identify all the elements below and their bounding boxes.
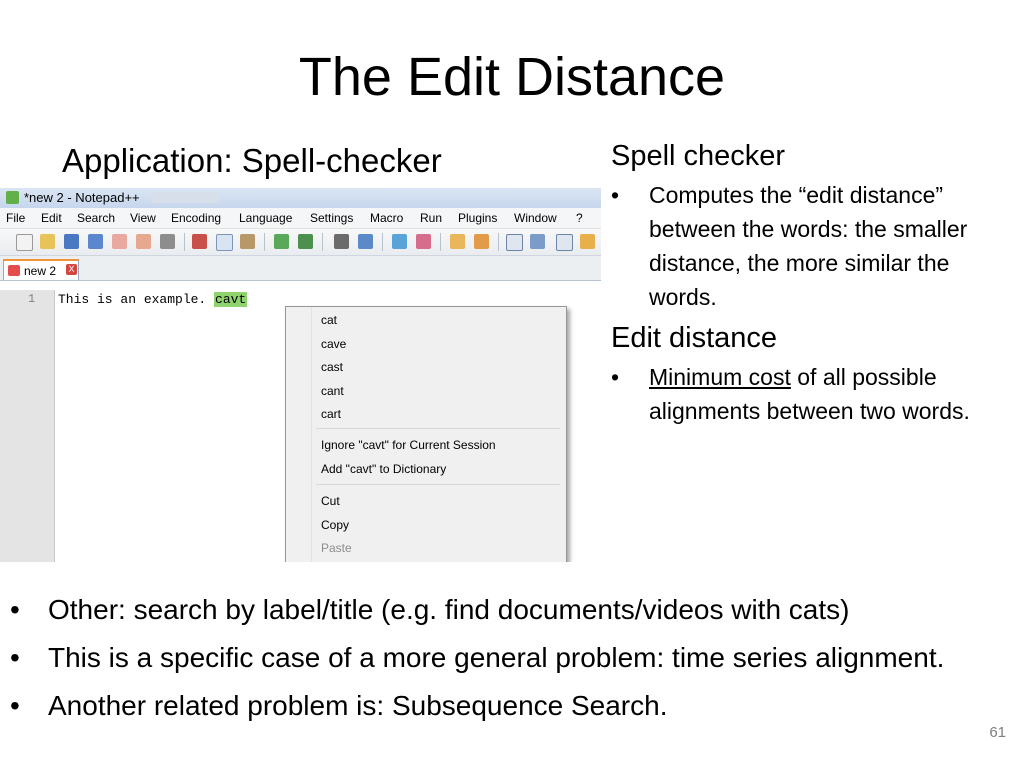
suggestion-cant[interactable]: cant	[321, 384, 344, 398]
toolbar-separator	[322, 233, 323, 251]
page-number: 61	[989, 724, 1006, 741]
edit-distance-heading: Edit distance	[611, 322, 778, 354]
menu-help[interactable]: ?	[576, 211, 583, 225]
cut-item[interactable]: Cut	[321, 494, 340, 508]
window-titlebar: *new 2 - Notepad++	[0, 188, 601, 208]
unsaved-file-icon	[8, 265, 20, 276]
bullet-text: This is a specific case of a more genera…	[48, 642, 945, 673]
tab-bar: new 2 X	[0, 256, 601, 281]
sync-vertical-icon[interactable]	[450, 234, 465, 249]
copy-item[interactable]: Copy	[321, 518, 349, 532]
menu-separator	[316, 428, 560, 429]
sync-horizontal-icon[interactable]	[474, 234, 489, 249]
close-all-icon[interactable]	[136, 234, 151, 249]
add-to-dictionary-item[interactable]: Add "cavt" to Dictionary	[321, 462, 446, 476]
menu-window[interactable]: Window	[514, 211, 557, 225]
tab-label: new 2	[24, 264, 57, 278]
bullet-item: • Other: search by label/title (e.g. find…	[8, 590, 998, 630]
word-wrap-icon[interactable]	[506, 234, 523, 251]
find-icon[interactable]	[334, 234, 349, 249]
menu-separator	[316, 484, 560, 485]
toolbar-separator	[440, 233, 441, 251]
toolbar-separator	[264, 233, 265, 251]
bullet-item: • Computes the “edit distance” between th…	[611, 178, 1011, 314]
underlined-term: Minimum cost	[649, 364, 791, 390]
save-icon[interactable]	[64, 234, 79, 249]
spell-checker-bullets: • Computes the “edit distance” between th…	[611, 178, 1011, 314]
tab-close-button[interactable]: X	[66, 264, 77, 275]
menu-plugins[interactable]: Plugins	[458, 211, 497, 225]
spell-checker-heading: Spell checker	[611, 140, 786, 172]
bullet-text: Computes the “edit distance” between the…	[649, 182, 968, 310]
paste-icon[interactable]	[240, 234, 255, 249]
toolbar	[0, 229, 601, 256]
spellcheck-context-menu: cat cave cast cant cart Ignore "cavt" fo…	[285, 306, 567, 562]
slide-title: The Edit Distance	[298, 47, 726, 107]
paste-item: Paste	[321, 541, 352, 555]
redo-icon[interactable]	[298, 234, 313, 249]
document-map-icon[interactable]	[580, 234, 595, 249]
menu-view[interactable]: View	[130, 211, 156, 225]
menu-edit[interactable]: Edit	[41, 211, 62, 225]
blurred-titlebar-region	[150, 193, 220, 203]
bottom-bullet-list: • Other: search by label/title (e.g. find…	[8, 590, 998, 734]
misspelled-word[interactable]: cavt	[214, 292, 248, 307]
notepad-screenshot: *new 2 - Notepad++ File Edit Search View…	[0, 188, 601, 562]
menu-icon-strip	[311, 307, 312, 562]
menu-search[interactable]: Search	[77, 211, 115, 225]
bullet-text: Another related problem is: Subsequence …	[48, 690, 668, 721]
cut-icon[interactable]	[192, 234, 207, 249]
ignore-word-item[interactable]: Ignore "cavt" for Current Session	[321, 438, 496, 452]
print-icon[interactable]	[160, 234, 175, 249]
bullet-item: • This is a specific case of a more gener…	[8, 638, 998, 678]
menu-macro[interactable]: Macro	[370, 211, 403, 225]
tab-new-2[interactable]: new 2 X	[3, 259, 79, 280]
bullet-glyph: •	[10, 594, 20, 625]
window-title: *new 2 - Notepad++	[24, 190, 140, 205]
bullet-item: • Minimum cost of all possible alignments…	[611, 360, 1011, 428]
edit-distance-bullets: • Minimum cost of all possible alignments…	[611, 360, 1011, 428]
suggestion-cast[interactable]: cast	[321, 360, 343, 374]
replace-icon[interactable]	[358, 234, 373, 249]
line-number-gutter: 1	[0, 290, 55, 562]
save-all-icon[interactable]	[88, 234, 103, 249]
undo-icon[interactable]	[274, 234, 289, 249]
line-number: 1	[28, 292, 36, 306]
bullet-text: Other: search by label/title (e.g. find …	[48, 594, 850, 625]
notepadpp-app-icon	[6, 191, 19, 204]
close-icon[interactable]	[112, 234, 127, 249]
open-file-icon[interactable]	[40, 234, 55, 249]
menu-settings[interactable]: Settings	[310, 211, 353, 225]
copy-icon[interactable]	[216, 234, 233, 251]
suggestion-cart[interactable]: cart	[321, 407, 341, 421]
toolbar-separator	[498, 233, 499, 251]
bullet-glyph: •	[10, 690, 20, 721]
toolbar-separator	[382, 233, 383, 251]
bullet-item: • Another related problem is: Subsequence…	[8, 686, 998, 726]
menu-run[interactable]: Run	[420, 211, 442, 225]
suggestion-cave[interactable]: cave	[321, 337, 346, 351]
line-text: This is an example. cavt	[58, 292, 248, 307]
bullet-glyph: •	[10, 642, 20, 673]
menu-file[interactable]: File	[6, 211, 25, 225]
menu-language[interactable]: Language	[239, 211, 292, 225]
bullet-glyph: •	[611, 364, 620, 390]
show-all-chars-icon[interactable]	[530, 234, 545, 249]
menu-bar: File Edit Search View Encoding Language …	[0, 208, 601, 229]
suggestion-cat[interactable]: cat	[321, 313, 337, 327]
zoom-out-icon[interactable]	[416, 234, 431, 249]
new-file-icon[interactable]	[16, 234, 33, 251]
slide-subheading: Application: Spell-checker	[62, 142, 442, 179]
bullet-glyph: •	[611, 182, 620, 208]
right-text-panel: Spell checker • Computes the “edit distan…	[611, 138, 1011, 434]
toolbar-separator	[184, 233, 185, 251]
zoom-in-icon[interactable]	[392, 234, 407, 249]
indent-guide-icon[interactable]	[556, 234, 573, 251]
line-text-plain: This is an example.	[58, 292, 215, 307]
menu-encoding[interactable]: Encoding	[171, 211, 221, 225]
